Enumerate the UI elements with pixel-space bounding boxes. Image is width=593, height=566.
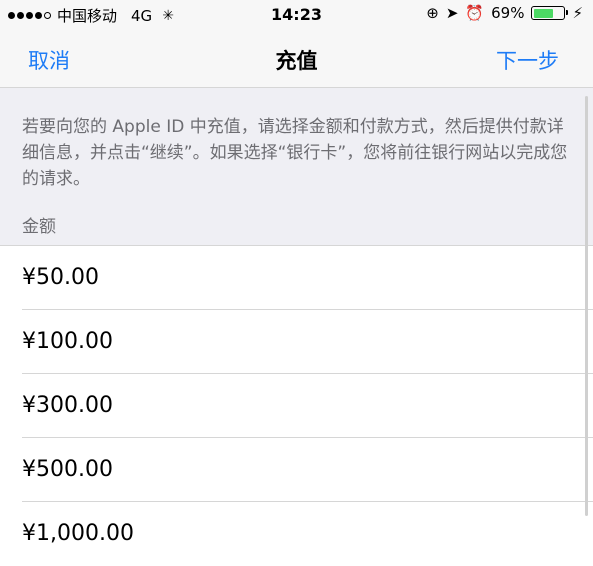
charging-icon: ⚡ [572,4,583,22]
amount-section-header: 金额 [22,217,56,237]
amount-label: ¥300.00 [22,393,113,418]
amount-label: ¥500.00 [22,457,113,482]
network-type: 4G [131,6,153,25]
activity-spinner-icon: ✳ [162,7,174,24]
battery-level [533,8,554,18]
amount-option-50[interactable]: ¥50.00 [0,246,593,310]
signal-strength-icon [8,12,51,19]
navigation-bar: 取消 充值 下一步 [0,30,593,88]
next-step-button[interactable]: 下一步 [496,45,559,75]
info-description: 若要向您的 Apple ID 中充值，请选择金额和付款方式，然后提供付款详细信息… [22,117,568,189]
alarm-icon: ⏰ [465,4,485,22]
carrier-name: 中国移动 [57,7,118,25]
cancel-button[interactable]: 取消 [28,45,70,75]
amount-option-1000[interactable]: ¥1,000.00 [0,502,593,566]
amount-option-500[interactable]: ¥500.00 [0,438,593,502]
status-indicators: ⊕ ➤ ⏰ 69% ⚡ [426,4,583,22]
orientation-lock-icon: ⊕ [426,4,439,22]
location-icon: ➤ [445,4,459,22]
amount-option-300[interactable]: ¥300.00 [0,374,593,438]
status-bar: 中国移动 4G ✳ 14:23 ⊕ ➤ ⏰ 69% ⚡ [0,0,593,30]
info-section: 若要向您的 Apple ID 中充值，请选择金额和付款方式，然后提供付款详细信息… [0,88,593,246]
scrollbar[interactable] [585,96,588,516]
battery-percent: 69% [491,4,525,22]
amount-list: ¥50.00 ¥100.00 ¥300.00 ¥500.00 ¥1,000.00 [0,246,593,566]
amount-label: ¥1,000.00 [22,521,134,546]
amount-label: ¥50.00 [22,265,99,290]
battery-icon [531,6,569,20]
amount-option-100[interactable]: ¥100.00 [0,310,593,374]
amount-label: ¥100.00 [22,329,113,354]
carrier-info: 中国移动 4G ✳ [8,5,174,26]
